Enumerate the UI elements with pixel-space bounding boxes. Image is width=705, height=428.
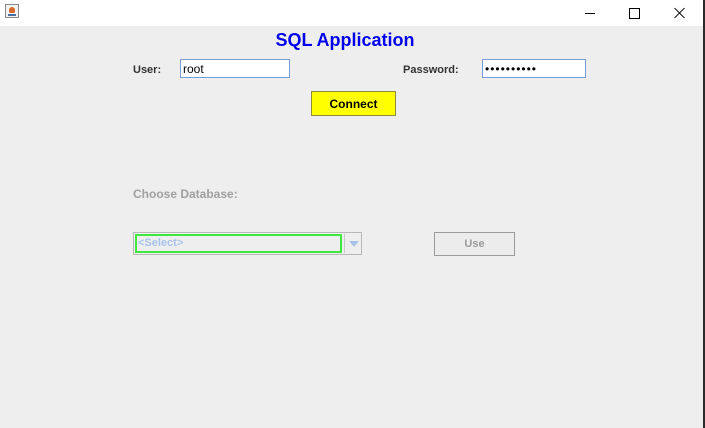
password-field[interactable]: [482, 59, 586, 78]
minimize-icon: [585, 12, 595, 14]
minimize-button[interactable]: [567, 0, 613, 26]
main-panel: SQL Application User: Password: Connect …: [0, 26, 703, 428]
choose-database-label: Choose Database:: [133, 187, 238, 201]
maximize-button[interactable]: [611, 0, 657, 26]
close-button[interactable]: [657, 0, 703, 26]
database-select-value: <Select>: [135, 234, 342, 253]
chevron-down-icon: [348, 240, 359, 247]
user-field[interactable]: [180, 59, 290, 78]
title-bar: [0, 0, 703, 26]
close-icon: [674, 7, 686, 19]
connect-button[interactable]: Connect: [311, 91, 396, 116]
java-cup-icon[interactable]: [5, 4, 19, 18]
use-button[interactable]: Use: [434, 232, 515, 256]
dropdown-arrow-button[interactable]: [344, 234, 362, 253]
app-title: SQL Application: [275, 30, 415, 50]
password-label: Password:: [403, 64, 459, 76]
maximize-icon: [628, 7, 640, 19]
user-label: User:: [133, 64, 162, 76]
database-select[interactable]: <Select>: [133, 232, 362, 255]
